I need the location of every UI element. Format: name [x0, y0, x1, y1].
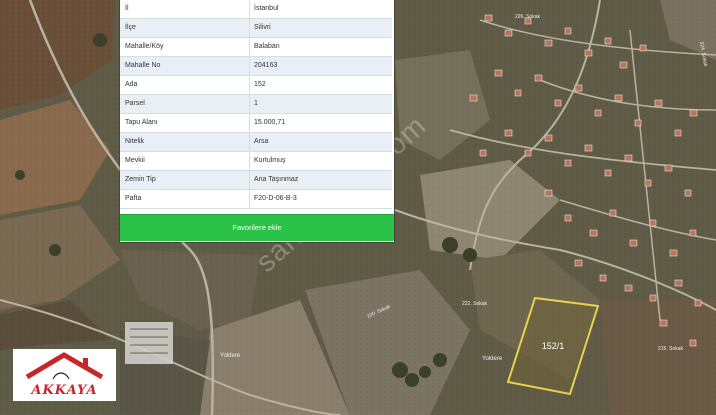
info-row: İl İstanbul	[120, 0, 392, 19]
info-key: Parsel	[125, 100, 145, 107]
info-value: İstanbul	[254, 5, 279, 12]
place-label: Yoldere	[482, 356, 503, 362]
info-key: Ada	[125, 81, 138, 88]
info-key: Mahalle/Köy	[125, 43, 164, 50]
logo-text: AKKAYA	[31, 383, 98, 398]
info-row: Zemin Tip Ana Taşınmaz	[120, 171, 392, 190]
info-value: Ana Taşınmaz	[254, 176, 299, 183]
info-row: Mahalle No 204163	[120, 57, 392, 76]
info-value: 1	[254, 100, 258, 107]
info-key: Nitelik	[125, 138, 145, 145]
info-key: Mahalle No	[125, 62, 161, 69]
parcel-info-panel: İl İstanbul İlçe Silivri Mahalle/Köy Balaba…	[120, 0, 394, 242]
info-value: 152	[254, 81, 266, 88]
info-value: 204163	[254, 62, 278, 69]
info-key: İlçe	[125, 24, 136, 31]
info-key: Pafta	[125, 195, 142, 202]
road-label: 226. Sokak	[515, 14, 541, 20]
road-label: 222. Sokak	[462, 301, 488, 307]
info-row: Nitelik Arsa	[120, 133, 392, 152]
info-row: Pafta F20-D-06-B-3	[120, 190, 392, 209]
info-value: Arsa	[254, 138, 269, 145]
greenhouses	[125, 322, 173, 364]
info-row: Ada 152	[120, 76, 392, 95]
info-value: Balaban	[254, 43, 280, 50]
info-row: Mahalle/Köy Balaban	[120, 38, 392, 57]
info-value: Kurtulmuş	[254, 157, 286, 164]
info-key: İl	[125, 5, 129, 12]
info-key: Tapu Alanı	[125, 119, 158, 126]
add-to-favorites-button[interactable]: Favorilere ekle	[120, 214, 394, 241]
info-row: İlçe Silivri	[120, 19, 392, 38]
info-key: Mevkii	[125, 157, 145, 164]
road-label: 215. Sokak	[658, 346, 684, 352]
info-value: Silivri	[254, 24, 271, 31]
place-label: Yoldere	[220, 353, 241, 359]
house-roof-icon	[25, 352, 104, 380]
info-value: F20-D-06-B-3	[254, 195, 297, 202]
info-key: Zemin Tip	[125, 176, 156, 183]
akkaya-logo: AKKAYA	[13, 349, 116, 401]
info-row: Parsel 1	[120, 95, 392, 114]
info-row: Mevkii Kurtulmuş	[120, 152, 392, 171]
info-row: Tapu Alanı 15.000,71	[120, 114, 392, 133]
parcel-label: 152/1	[542, 341, 565, 351]
info-value: 15.000,71	[254, 119, 286, 126]
